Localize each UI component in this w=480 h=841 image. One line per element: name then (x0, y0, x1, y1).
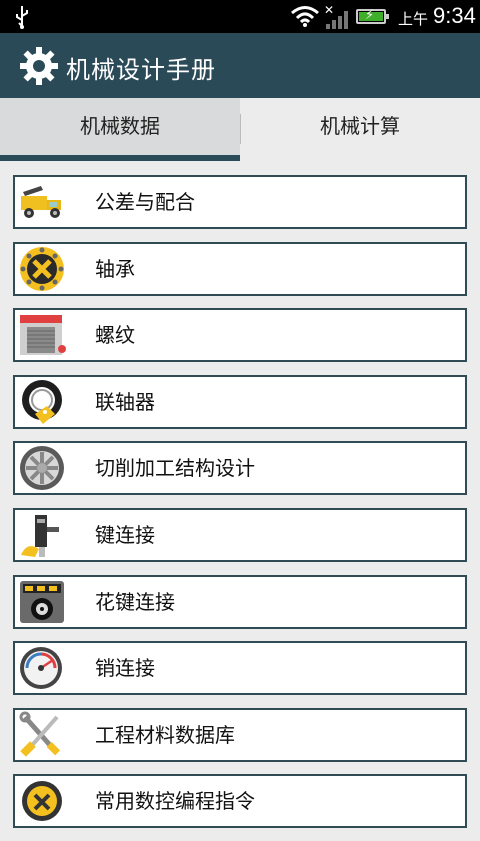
tire-badge-icon (17, 245, 67, 293)
list-item-label: 公差与配合 (95, 190, 195, 214)
list-item-spline-connection[interactable]: 花键连接 (13, 574, 467, 629)
gear-icon (18, 45, 60, 87)
list-item-label: 工程材料数据库 (95, 722, 235, 747)
list-item-label: 螺纹 (95, 323, 135, 348)
list-item-label: 联轴器 (95, 389, 155, 414)
wheel-rim-icon (17, 444, 67, 492)
status-bar: ✕ ⚡ 上午 9:34 (0, 0, 480, 33)
list-item-label: 花键连接 (95, 589, 175, 614)
list-item-label: 销连接 (95, 656, 155, 681)
garage-icon (17, 311, 67, 359)
list-item-material-database[interactable]: 工程材料数据库 (13, 707, 467, 762)
dashboard-display-icon (17, 578, 67, 626)
list-item-label: 切削加工结构设计 (95, 456, 255, 481)
clock-ampm: 上午 (398, 10, 429, 28)
tab-mechanical-calculation[interactable]: 机械计算 (240, 98, 480, 161)
list-item-label: 键连接 (95, 522, 155, 547)
category-list: 公差与配合 轴承 螺纹 联轴器 切削加工结构设计 键连接 花键连接 销连接 工程… (13, 175, 467, 841)
battery-icon: ⚡ (356, 8, 389, 24)
svg-text:✕: ✕ (324, 4, 334, 17)
list-item-label: 常用数控编程指令 (95, 789, 255, 814)
usb-icon (12, 4, 32, 36)
truck-icon (17, 178, 67, 226)
list-item-cnc-instructions[interactable]: 常用数控编程指令 (13, 774, 467, 829)
tab-bar: 机械数据 机械计算 (0, 98, 480, 161)
signal-icon: ✕ (324, 3, 352, 34)
list-item-label: 轴承 (95, 256, 135, 281)
list-item-key-connection[interactable]: 键连接 (13, 507, 467, 562)
spray-gun-icon (17, 511, 67, 559)
gauge-icon (17, 644, 67, 692)
tab-divider (240, 114, 241, 144)
badge-icon (17, 777, 67, 825)
tools-icon (17, 711, 67, 759)
list-item-coupling[interactable]: 联轴器 (13, 374, 467, 429)
list-item-tolerance-fit[interactable]: 公差与配合 (13, 175, 467, 229)
page-title: 机械设计手册 (66, 56, 216, 84)
tire-tag-icon (17, 378, 67, 426)
clock-time: 9:34 (433, 3, 476, 28)
app-title-bar: 机械设计手册 (0, 33, 480, 98)
list-item-bearing[interactable]: 轴承 (13, 241, 467, 296)
tab-selected-indicator (0, 155, 240, 161)
tab-mechanical-data[interactable]: 机械数据 (0, 98, 240, 161)
list-item-thread[interactable]: 螺纹 (13, 308, 467, 363)
list-item-pin-connection[interactable]: 销连接 (13, 641, 467, 696)
wifi-icon (290, 4, 320, 32)
list-item-cutting-design[interactable]: 切削加工结构设计 (13, 441, 467, 496)
